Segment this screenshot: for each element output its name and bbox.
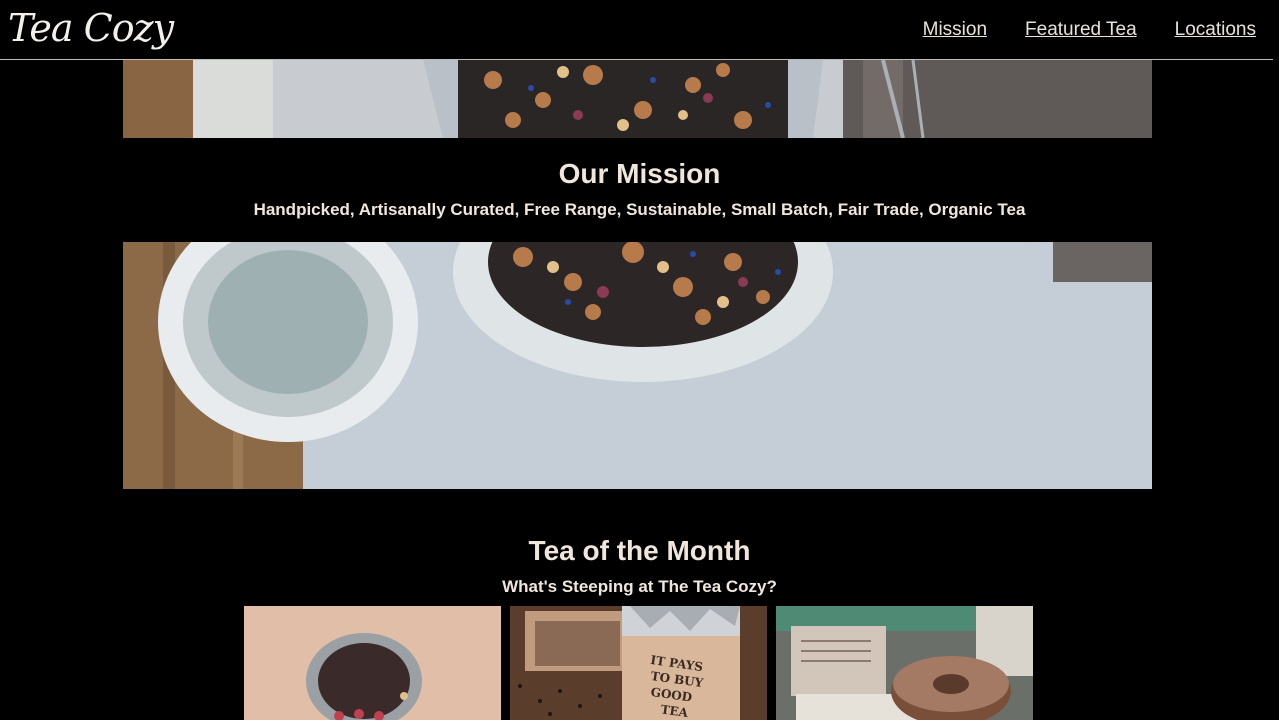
hero-image-top (123, 60, 1152, 138)
site-logo[interactable]: Tea Cozy (8, 6, 174, 50)
nav-link-mission[interactable]: Mission (923, 19, 987, 41)
tea-thumbnail-cup[interactable] (244, 606, 501, 720)
tea-thumbnails: IT PAYS TO BUY GOOD TEA (244, 606, 1033, 720)
mission-title: Our Mission (558, 158, 721, 189)
nav-link-featured-tea[interactable]: Featured Tea (1025, 19, 1137, 41)
tea-thumbnail-donut[interactable] (776, 606, 1033, 720)
tea-thumbnail-box[interactable]: IT PAYS TO BUY GOOD TEA (510, 606, 767, 720)
main-nav: Mission Featured Tea Locations (923, 19, 1256, 41)
mission-image (123, 242, 1152, 489)
site-header: Tea Cozy Mission Featured Tea Locations (0, 0, 1273, 60)
tea-of-month-subtitle: What's Steeping at The Tea Cozy? (502, 577, 777, 596)
nav-link-locations[interactable]: Locations (1175, 19, 1256, 41)
mission-subtitle: Handpicked, Artisanally Curated, Free Ra… (253, 200, 1026, 219)
tea-of-month-title: Tea of the Month (528, 535, 751, 566)
